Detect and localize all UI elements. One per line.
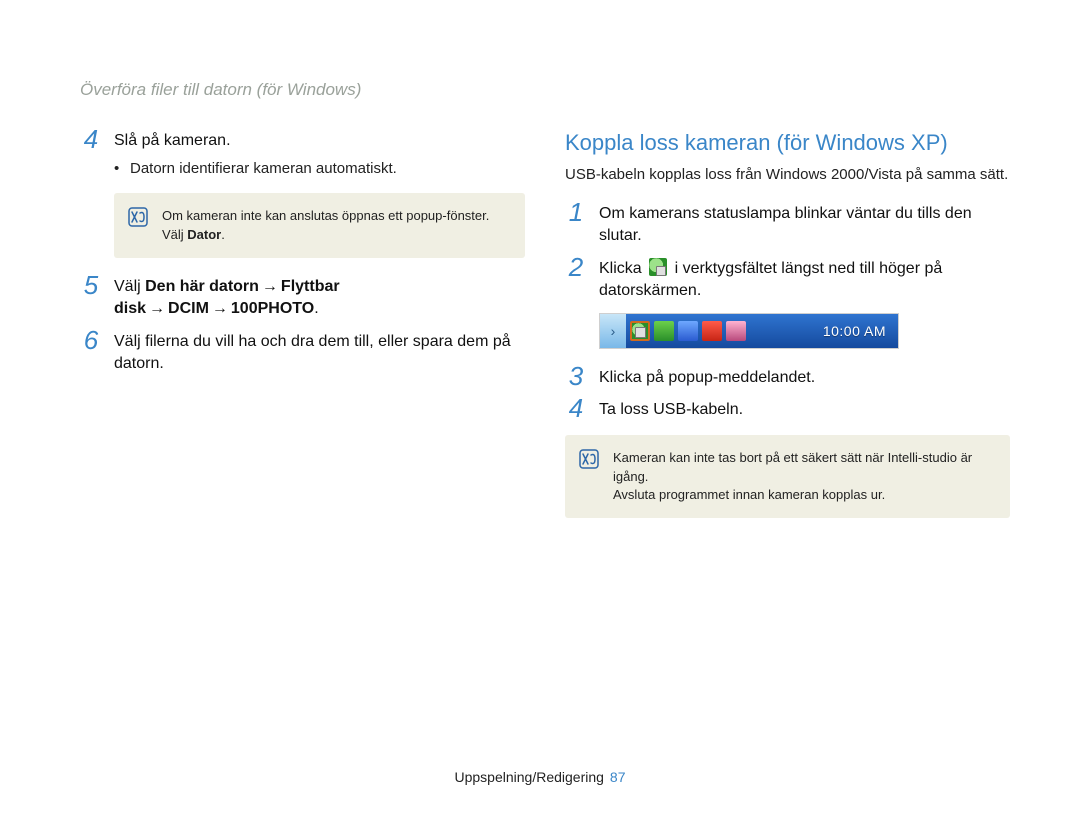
tray-icon <box>654 321 674 341</box>
right-column: Koppla loss kameran (för Windows XP) USB… <box>565 130 1010 536</box>
step-body: Klicka på popup-meddelandet. <box>599 367 1010 389</box>
step-number: 1 <box>565 199 587 225</box>
taskbar-expand: › <box>600 314 626 348</box>
step-body: Om kamerans statuslampa blinkar väntar d… <box>599 203 1010 248</box>
manual-page: Överföra filer till datorn (för Windows)… <box>0 0 1080 815</box>
system-tray: 10:00 AM <box>626 314 898 348</box>
tray-icon <box>726 321 746 341</box>
step-number: 4 <box>565 395 587 421</box>
step: 3 Klicka på popup-meddelandet. <box>565 367 1010 389</box>
step-body: Slå på kameran. Datorn identifierar kame… <box>114 130 525 179</box>
step-body: Ta loss USB-kabeln. <box>599 399 1010 421</box>
step-number: 5 <box>80 272 102 298</box>
step-number: 2 <box>565 254 587 280</box>
step: 2 Klicka i verktygsfältet längst ned til… <box>565 258 1010 303</box>
taskbar-clock: 10:00 AM <box>823 323 894 339</box>
safely-remove-hardware-icon <box>630 321 650 341</box>
step: 4 Ta loss USB-kabeln. <box>565 399 1010 421</box>
step-body: Välj filerna du vill ha och dra dem till… <box>114 331 525 376</box>
chevron-right-icon: › <box>611 324 616 338</box>
page-header: Överföra filer till datorn (för Windows) <box>80 80 1010 100</box>
note-icon <box>579 449 599 469</box>
left-column: 4 Slå på kameran. Datorn identifierar ka… <box>80 130 525 536</box>
step-bullet: Datorn identifierar kameran automatiskt. <box>114 158 525 179</box>
step-number: 3 <box>565 363 587 389</box>
step: 1 Om kamerans statuslampa blinkar väntar… <box>565 203 1010 248</box>
step: 4 Slå på kameran. Datorn identifierar ka… <box>80 130 525 179</box>
step-number: 6 <box>80 327 102 353</box>
page-number: 87 <box>604 769 626 785</box>
tray-icon <box>702 321 722 341</box>
step: 5 Välj Den här datorn→Flyttbar disk→DCIM… <box>80 276 525 321</box>
columns: 4 Slå på kameran. Datorn identifierar ka… <box>80 130 1010 536</box>
taskbar-figure: › 10:00 AM <box>599 313 899 349</box>
note-text: Kameran kan inte tas bort på ett säkert … <box>613 449 994 504</box>
note-icon <box>128 207 148 227</box>
note-box: Om kameran inte kan anslutas öppnas ett … <box>114 193 525 257</box>
page-footer: Uppspelning/Redigering87 <box>0 769 1080 785</box>
section-subtitle: USB-kabeln kopplas loss från Windows 200… <box>565 164 1010 185</box>
step-text: Slå på kameran. <box>114 132 231 149</box>
footer-section: Uppspelning/Redigering <box>454 769 603 785</box>
note-box: Kameran kan inte tas bort på ett säkert … <box>565 435 1010 518</box>
step-body: Välj Den här datorn→Flyttbar disk→DCIM→1… <box>114 276 525 321</box>
step: 6 Välj filerna du vill ha och dra dem ti… <box>80 331 525 376</box>
note-text: Om kameran inte kan anslutas öppnas ett … <box>162 207 509 243</box>
step-body: Klicka i verktygsfältet längst ned till … <box>599 258 1010 303</box>
step-number: 4 <box>80 126 102 152</box>
section-title: Koppla loss kameran (för Windows XP) <box>565 130 1010 156</box>
tray-icon <box>678 321 698 341</box>
safely-remove-hardware-icon <box>649 258 667 276</box>
